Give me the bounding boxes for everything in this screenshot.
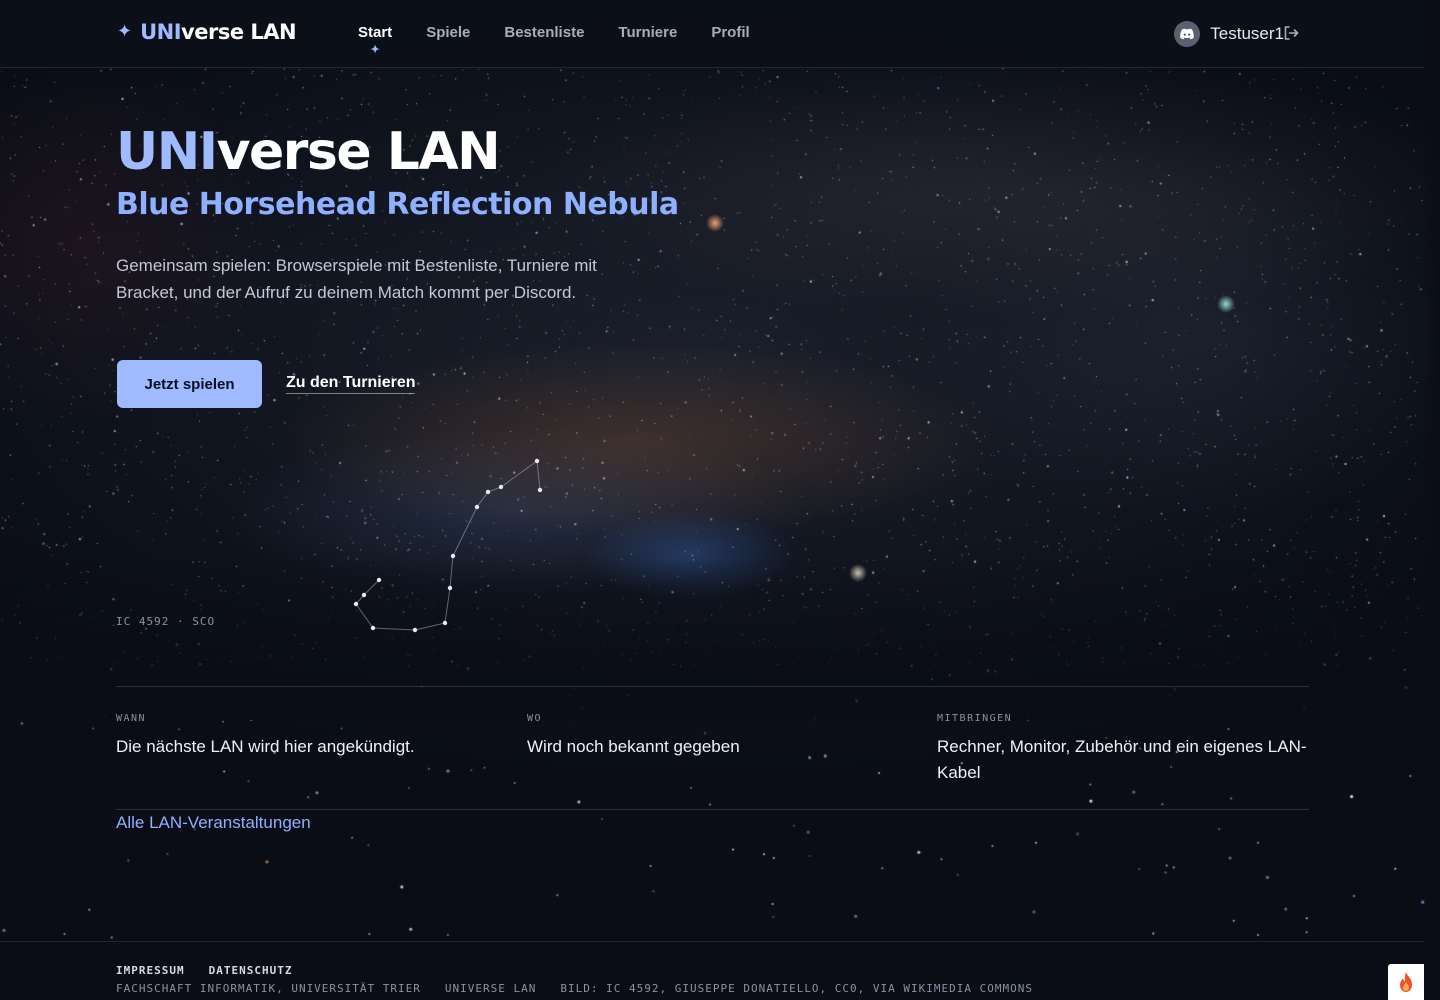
bring-value: Rechner, Monitor, Zubehör und ein eigene… bbox=[937, 737, 1307, 782]
corner-widget[interactable] bbox=[1388, 964, 1424, 1000]
datenschutz-link[interactable]: DATENSCHUTZ bbox=[209, 964, 293, 977]
footer-image-credit: BILD: IC 4592, GIUSEPPE DONATIELLO, CC0,… bbox=[560, 982, 1033, 995]
info-where: WO Wird noch bekannt gegeben bbox=[527, 713, 899, 760]
page: ✦ UNIverse LAN Start ✦ Spiele Bestenliste… bbox=[0, 0, 1440, 1000]
where-value: Wird noch bekannt gegeben bbox=[527, 737, 740, 756]
info-divider-top bbox=[116, 686, 1309, 687]
info-divider-bottom bbox=[116, 809, 1309, 810]
footer-organization: FACHSCHAFT INFORMATIK, UNIVERSITÄT TRIER bbox=[116, 982, 421, 995]
when-label: WANN bbox=[116, 713, 147, 724]
footer-meta: FACHSCHAFT INFORMATIK, UNIVERSITÄT TRIER… bbox=[116, 982, 1033, 995]
impressum-link[interactable]: IMPRESSUM bbox=[116, 964, 185, 977]
where-label: WO bbox=[527, 713, 543, 724]
bring-label: MITBRINGEN bbox=[937, 713, 1013, 724]
footer-divider bbox=[0, 941, 1424, 942]
flame-icon bbox=[1400, 972, 1412, 992]
all-lan-events-link[interactable]: Alle LAN-Veranstaltungen bbox=[116, 813, 311, 833]
image-caption: IC 4592 · SCO bbox=[116, 615, 216, 628]
scorpius-constellation-graphic bbox=[353, 458, 543, 633]
info-bring: MITBRINGEN Rechner, Monitor, Zubehör und… bbox=[937, 713, 1309, 786]
info-when: WANN Die nächste LAN wird hier angekündi… bbox=[116, 713, 488, 760]
footer-links: IMPRESSUM DATENSCHUTZ bbox=[116, 964, 292, 977]
footer-site-name: UNIVERSE LAN bbox=[444, 982, 537, 995]
when-value: Die nächste LAN wird hier angekündigt. bbox=[116, 737, 415, 756]
